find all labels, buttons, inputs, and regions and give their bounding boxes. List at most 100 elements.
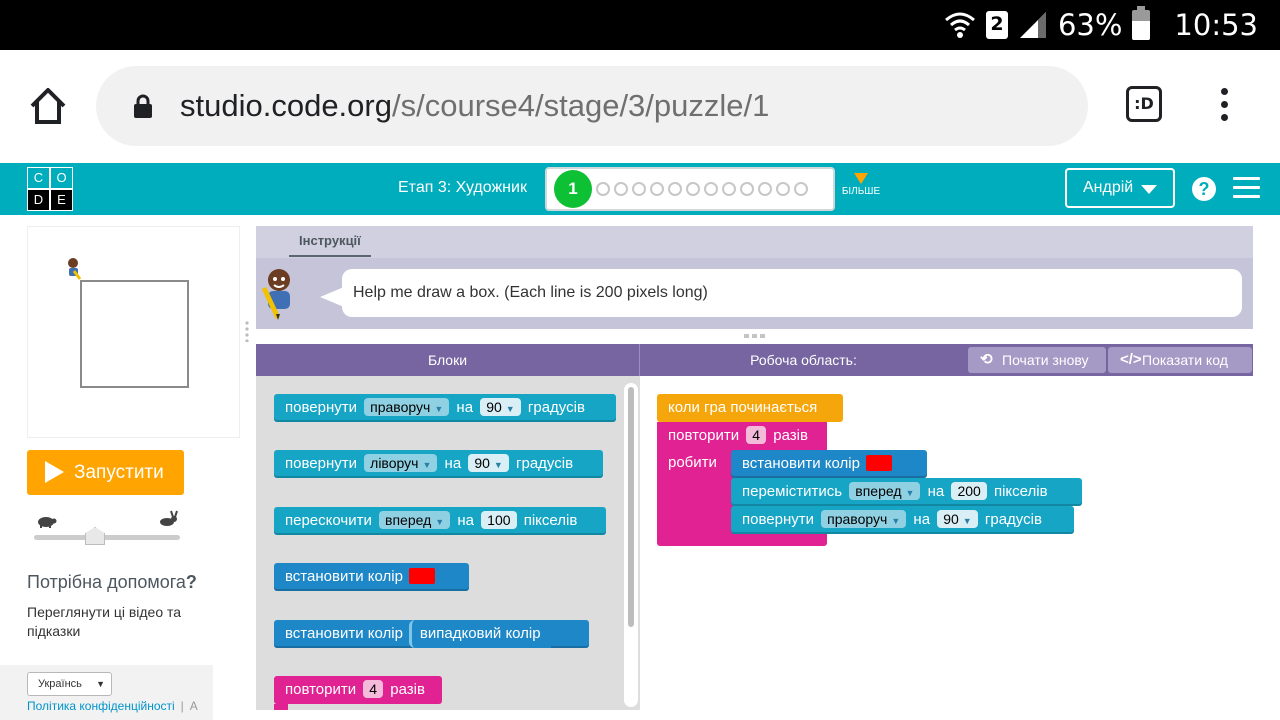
address-bar[interactable]: studio.code.org/s/course4/stage/3/puzzle… (96, 66, 1088, 146)
footer-link-truncated[interactable]: А (190, 699, 198, 713)
dropdown-arrow-icon: ▼ (891, 516, 901, 527)
repeat-count-field[interactable]: 4 (363, 680, 384, 699)
workspace-title: Робоча область: (750, 352, 857, 368)
speed-track[interactable] (34, 535, 180, 540)
puzzle-dot[interactable] (632, 182, 646, 196)
dropdown-value: праворуч (827, 511, 888, 528)
puzzle-dot-current[interactable]: 1 (554, 170, 592, 208)
block-text: встановити колір (742, 455, 860, 472)
repeat-block[interactable]: повторити 4 разів (657, 422, 827, 450)
field-value: 100 (487, 512, 511, 529)
puzzle-dot[interactable] (704, 182, 718, 196)
when-run-block[interactable]: коли гра починається (657, 394, 843, 422)
resize-grip-horizontal-icon[interactable] (744, 333, 766, 339)
set-color-block[interactable]: встановити колір (731, 450, 927, 478)
scrollbar-thumb[interactable] (628, 387, 634, 627)
block-text: встановити колір (285, 568, 403, 585)
angle-dropdown[interactable]: 90 ▼ (468, 454, 509, 473)
browser-menu-icon[interactable] (1214, 88, 1234, 128)
dropdown-arrow-icon: ▼ (434, 404, 444, 415)
angle-dropdown[interactable]: 90 ▼ (480, 398, 521, 417)
hamburger-menu-icon[interactable] (1233, 177, 1260, 199)
direction-dropdown[interactable]: праворуч ▼ (364, 398, 450, 417)
puzzle-dot[interactable] (614, 182, 628, 196)
direction-dropdown[interactable]: вперед ▼ (849, 482, 921, 501)
footer: Українсь ▼ Політика конфіденційності | А (0, 665, 213, 720)
puzzle-dot[interactable] (596, 182, 610, 196)
turn-right-block[interactable]: повернути праворуч ▼ на 90 ▼ градусів (731, 506, 1074, 534)
puzzle-dot[interactable] (776, 182, 790, 196)
puzzle-dot[interactable] (686, 182, 700, 196)
color-swatch[interactable] (865, 455, 892, 472)
show-code-button[interactable]: </> Показати код (1108, 347, 1252, 373)
random-color-value[interactable]: випадковий колір (408, 620, 551, 648)
block-text: на (456, 399, 474, 416)
puzzle-dot[interactable] (668, 182, 682, 196)
help-heading: Потрібна допомога? (27, 572, 197, 593)
more-puzzles-button[interactable]: БІЛЬШЕ (838, 173, 884, 197)
speed-handle[interactable] (85, 527, 105, 545)
direction-dropdown[interactable]: ліворуч ▼ (364, 454, 438, 473)
help-text[interactable]: Переглянути ці відео та підказки (27, 603, 227, 641)
workspace-header: Блоки Робоча область: ⟲ Почати знову </>… (256, 344, 1253, 376)
stage-title[interactable]: Етап 3: Художник (398, 179, 527, 197)
toolbox-repeat-block[interactable]: повторити 4 разів (274, 676, 442, 704)
block-text: повернути (742, 511, 814, 528)
color-swatch[interactable] (408, 568, 435, 585)
block-text: на (913, 511, 931, 528)
home-icon[interactable] (26, 84, 70, 128)
dropdown-value: вперед (385, 512, 432, 529)
rabbit-icon (160, 510, 178, 526)
toolbox-jump-block[interactable]: перескочити вперед ▼ на 100 пікселів (274, 507, 606, 535)
toolbox-turn-right-block[interactable]: повернути праворуч ▼ на 90 ▼ градусів (274, 394, 616, 422)
user-menu-button[interactable]: Андрій (1065, 168, 1175, 208)
angle-dropdown[interactable]: 90 ▼ (937, 510, 978, 529)
turtle-icon (38, 517, 57, 528)
caret-down-icon (1141, 185, 1157, 194)
toolbox-set-color-block[interactable]: встановити колір (274, 563, 469, 591)
repeat-count-field[interactable]: 4 (746, 426, 767, 445)
block-text: встановити колір (285, 625, 403, 642)
puzzle-dot[interactable] (722, 182, 736, 196)
language-value: Українсь (38, 678, 82, 690)
instructions-text: Help me draw a box. (Each line is 200 pi… (353, 284, 708, 301)
block-text: градусів (527, 399, 585, 416)
artist-avatar-icon (261, 269, 290, 320)
start-over-button[interactable]: ⟲ Почати знову (968, 347, 1106, 373)
puzzle-dot[interactable] (740, 182, 754, 196)
battery-icon (1132, 6, 1151, 40)
puzzle-dot[interactable] (758, 182, 772, 196)
direction-dropdown[interactable]: вперед ▼ (379, 511, 451, 530)
restart-icon: ⟲ (980, 351, 993, 368)
tab-switcher-button[interactable]: :D (1126, 86, 1162, 122)
puzzle-dot[interactable] (650, 182, 664, 196)
toolbox-scrollbar[interactable] (624, 383, 638, 707)
block-text: повторити (285, 681, 357, 698)
site-header: CODE Етап 3: Художник 1 БІЛЬШЕ Андрій ? (0, 163, 1280, 215)
resize-grip-icon[interactable] (244, 320, 250, 342)
browser-toolbar: studio.code.org/s/course4/stage/3/puzzle… (0, 50, 1280, 163)
more-label: БІЛЬШЕ (841, 186, 881, 197)
distance-field[interactable]: 100 (481, 511, 517, 530)
language-select[interactable]: Українсь ▼ (27, 672, 112, 696)
url-text: studio.code.org/s/course4/stage/3/puzzle… (180, 84, 769, 128)
program-workspace[interactable]: коли гра починається повторити 4 разів р… (641, 376, 1253, 710)
signal-icon (1019, 12, 1046, 38)
move-forward-block[interactable]: переміститись вперед ▼ на 200 пікселів (731, 478, 1082, 506)
tab-instructions[interactable]: Інструкції (289, 233, 371, 257)
help-icon[interactable]: ? (1192, 177, 1216, 201)
toolbox-set-random-color-block[interactable]: встановити колір випадковий колір (274, 620, 589, 648)
dropdown-arrow-icon: ▼ (422, 460, 432, 471)
toolbox-turn-left-block[interactable]: повернути ліворуч ▼ на 90 ▼ градусів (274, 450, 603, 478)
artist-character-icon (68, 258, 82, 280)
instructions-panel: Інструкції Help me draw a box. (Each lin… (256, 226, 1253, 329)
puzzle-dot[interactable] (794, 182, 808, 196)
block-text: повернути (285, 455, 357, 472)
run-button[interactable]: Запустити (27, 450, 184, 495)
code-org-logo[interactable]: CODE (27, 167, 73, 211)
speed-slider[interactable] (27, 505, 187, 545)
distance-field[interactable]: 200 (951, 482, 987, 501)
privacy-policy-link[interactable]: Політика конфіденційності (27, 699, 175, 713)
dropdown-arrow-icon: ▼ (905, 488, 915, 499)
direction-dropdown[interactable]: праворуч ▼ (821, 510, 907, 529)
